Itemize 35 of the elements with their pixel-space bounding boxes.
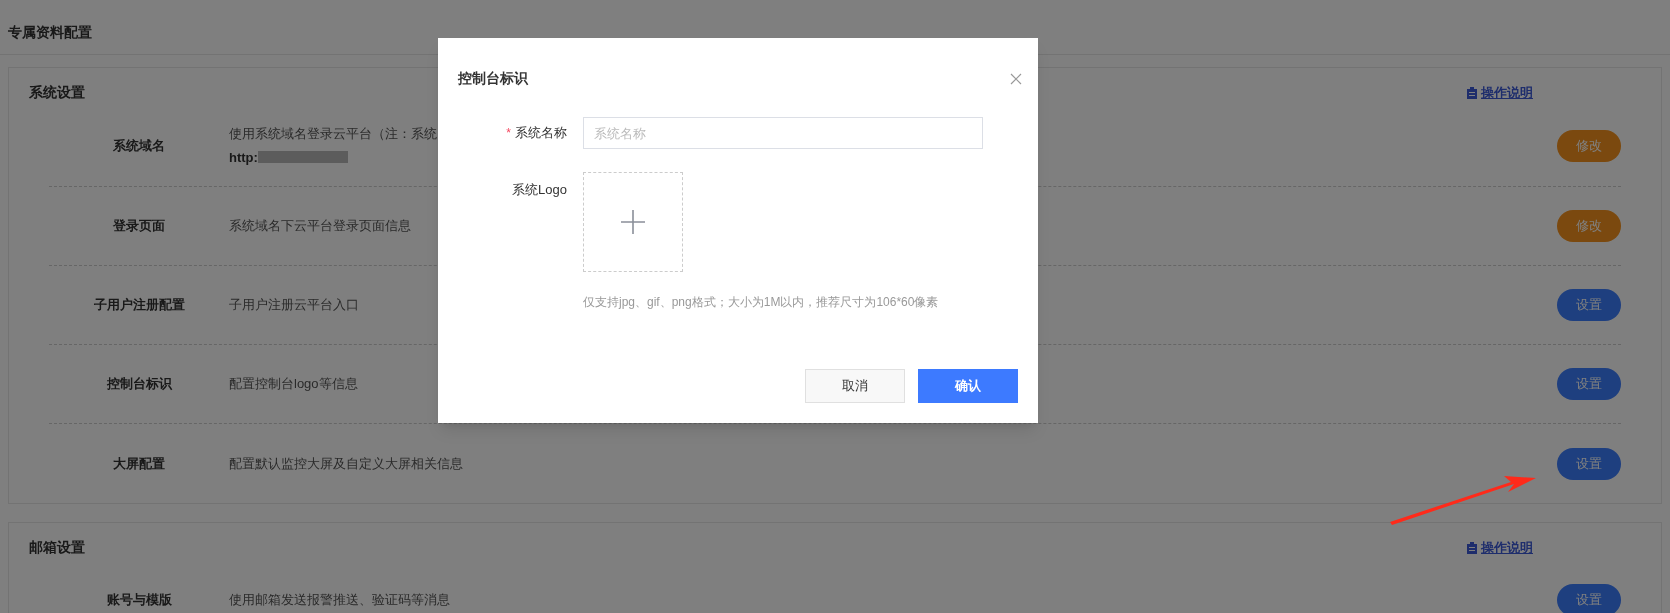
- clipboard-icon: [1467, 86, 1477, 99]
- clipboard-icon: [1467, 541, 1477, 554]
- row-description: 使用邮箱发送报警推送、验证码等消息: [229, 590, 450, 609]
- row-label: 子用户注册配置: [93, 296, 185, 315]
- row-label: 大屏配置: [113, 454, 165, 473]
- cancel-button[interactable]: 取消: [805, 369, 905, 403]
- modal-title: 控制台标识: [458, 69, 528, 88]
- close-icon[interactable]: [1010, 72, 1022, 85]
- row-description: 配置默认监控大屏及自定义大屏相关信息: [229, 454, 463, 473]
- required-asterisk: *: [506, 125, 511, 142]
- upload-hint: 仅支持jpg、gif、png格式；大小为1M以内，推荐尺寸为106*60像素: [583, 294, 939, 311]
- row-description: 子用户注册云平台入口: [229, 296, 359, 315]
- row-label: 账号与模版: [106, 590, 172, 609]
- page-title: 专属资料配置: [8, 24, 92, 40]
- row-label: 控制台标识: [106, 375, 172, 394]
- plus-icon: [621, 210, 645, 234]
- action-button[interactable]: 设置: [1557, 368, 1621, 400]
- field-label: 系统Logo: [512, 181, 567, 199]
- row-description: 配置控制台logo等信息: [229, 375, 358, 394]
- action-button[interactable]: 设置: [1557, 447, 1621, 480]
- field-label: 系统名称: [515, 124, 567, 143]
- row-description: 使用系统域名登录云平台（注：系统: [229, 125, 437, 143]
- upload-box[interactable]: [583, 172, 683, 272]
- action-button[interactable]: 修改: [1557, 210, 1621, 242]
- action-button[interactable]: 设置: [1557, 583, 1621, 613]
- row-description: 系统域名下云平台登录页面信息: [229, 217, 411, 236]
- section-title: 邮箱设置: [29, 538, 85, 557]
- domain-text: http:: [229, 148, 258, 167]
- system-name-field[interactable]: 系统名称: [583, 117, 983, 149]
- row-label: 登录页面: [113, 217, 165, 236]
- action-button[interactable]: 设置: [1557, 289, 1621, 321]
- confirm-button[interactable]: 确认: [918, 369, 1018, 403]
- row-label: 系统域名: [113, 136, 165, 155]
- action-button[interactable]: 修改: [1557, 129, 1621, 162]
- section-title: 系统设置: [29, 83, 85, 102]
